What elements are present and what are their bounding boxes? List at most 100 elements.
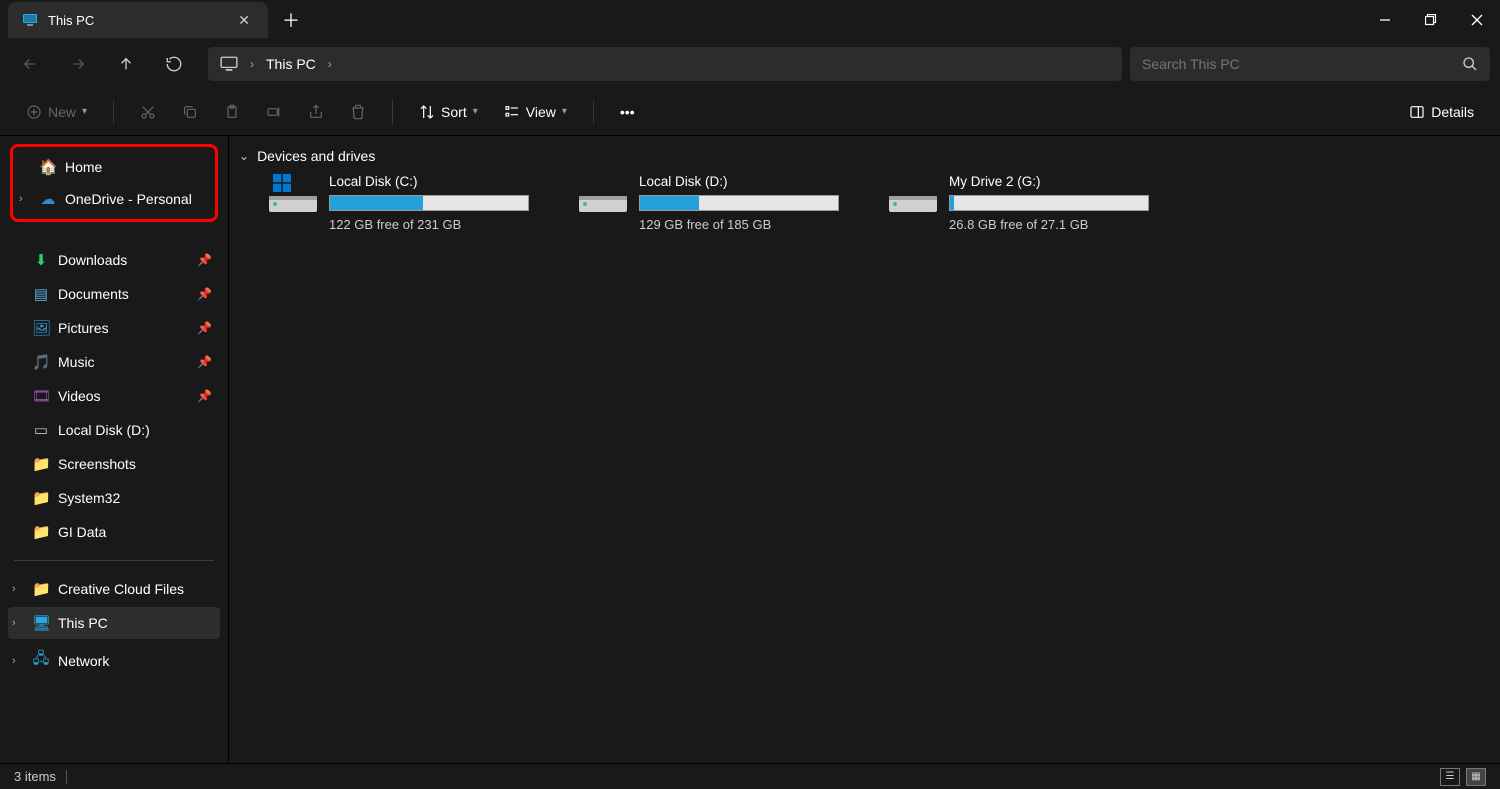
sidebar-item-label: Creative Cloud Files: [58, 581, 184, 597]
sidebar-divider: [14, 560, 214, 561]
sidebar-item-label: Network: [58, 653, 109, 669]
sidebar-item-onedrive[interactable]: › ☁ OneDrive - Personal: [15, 183, 213, 215]
share-button[interactable]: [298, 98, 334, 126]
paste-icon: [224, 104, 240, 120]
more-button[interactable]: •••: [610, 98, 645, 126]
close-tab-icon[interactable]: ✕: [234, 8, 254, 33]
drive-free-text: 129 GB free of 185 GB: [639, 217, 839, 232]
separator: [392, 100, 393, 124]
drive-item[interactable]: My Drive 2 (G:) 26.8 GB free of 27.1 GB: [889, 174, 1149, 232]
tab-this-pc[interactable]: This PC ✕: [8, 2, 268, 38]
sidebar-item-gi-data[interactable]: 📁 GI Data: [8, 516, 220, 548]
sidebar-item-local-disk-d[interactable]: ▭ Local Disk (D:): [8, 414, 220, 446]
drive-item[interactable]: Local Disk (C:) 122 GB free of 231 GB: [269, 174, 529, 232]
view-button[interactable]: View ▾: [494, 98, 577, 126]
back-button[interactable]: [10, 46, 50, 82]
sidebar-item-label: Pictures: [58, 320, 109, 336]
monitor-icon: [22, 12, 38, 28]
chevron-right-icon[interactable]: ›: [12, 655, 16, 667]
chevron-right-icon[interactable]: ›: [12, 583, 16, 595]
sidebar-item-label: Local Disk (D:): [58, 422, 150, 438]
sidebar-item-home[interactable]: 🏠 Home: [15, 151, 213, 183]
music-icon: 🎵: [32, 353, 50, 371]
sidebar-item-label: GI Data: [58, 524, 106, 540]
sidebar-item-label: Documents: [58, 286, 129, 302]
pc-icon: [220, 55, 238, 73]
breadcrumb-segment[interactable]: This PC: [266, 56, 316, 72]
chevron-right-icon[interactable]: ›: [19, 193, 23, 205]
delete-button[interactable]: [340, 98, 376, 126]
chevron-right-icon[interactable]: ›: [328, 57, 332, 71]
cut-icon: [140, 104, 156, 120]
paste-button[interactable]: [214, 98, 250, 126]
new-button[interactable]: New ▾: [16, 98, 97, 126]
sidebar-item-downloads[interactable]: ⬇ Downloads 📌: [8, 244, 220, 276]
pin-icon[interactable]: 📌: [197, 321, 212, 335]
tab-title: This PC: [48, 13, 224, 28]
refresh-button[interactable]: [154, 46, 194, 82]
nav-row: › This PC ›: [0, 40, 1500, 88]
sidebar-item-videos[interactable]: 🎞 Videos 📌: [8, 380, 220, 412]
address-bar[interactable]: › This PC ›: [208, 47, 1122, 81]
chevron-right-icon[interactable]: ›: [12, 617, 16, 629]
cut-button[interactable]: [130, 98, 166, 126]
chevron-down-icon: ▾: [473, 106, 478, 117]
rename-icon: [266, 104, 282, 120]
sidebar-item-this-pc[interactable]: › 🖥 This PC: [8, 607, 220, 639]
sidebar-item-network[interactable]: › 🖧 Network: [8, 641, 220, 680]
rename-button[interactable]: [256, 98, 292, 126]
view-tiles-toggle[interactable]: ▦: [1466, 768, 1486, 786]
chevron-down-icon[interactable]: ⌄: [239, 149, 249, 163]
sidebar-item-screenshots[interactable]: 📁 Screenshots: [8, 448, 220, 480]
folder-icon: 📁: [32, 455, 50, 473]
copy-button[interactable]: [172, 98, 208, 126]
section-title: Devices and drives: [257, 148, 375, 164]
pin-icon[interactable]: 📌: [197, 355, 212, 369]
sidebar-item-label: System32: [58, 490, 120, 506]
minimize-button[interactable]: [1362, 0, 1408, 40]
sidebar-item-creative-cloud[interactable]: › 📁 Creative Cloud Files: [8, 573, 220, 605]
search-input[interactable]: [1142, 56, 1452, 72]
chevron-right-icon[interactable]: ›: [250, 57, 254, 71]
sidebar-item-pictures[interactable]: 🖼 Pictures 📌: [8, 312, 220, 344]
folder-icon: 📁: [32, 580, 50, 598]
maximize-button[interactable]: [1408, 0, 1454, 40]
view-details-toggle[interactable]: ☰: [1440, 768, 1460, 786]
up-button[interactable]: [106, 46, 146, 82]
drive-icon: [579, 174, 627, 214]
forward-button[interactable]: [58, 46, 98, 82]
pin-icon[interactable]: 📌: [197, 287, 212, 301]
drive-name: My Drive 2 (G:): [949, 174, 1149, 189]
close-window-button[interactable]: [1454, 0, 1500, 40]
videos-icon: 🎞: [32, 387, 50, 405]
drive-name: Local Disk (C:): [329, 174, 529, 189]
new-tab-button[interactable]: ＋: [282, 7, 300, 33]
drive-icon: [889, 174, 937, 214]
drive-icon: ▭: [32, 421, 50, 439]
sort-label: Sort: [441, 104, 467, 120]
separator: [113, 100, 114, 124]
pin-icon[interactable]: 📌: [197, 389, 212, 403]
pictures-icon: 🖼: [32, 319, 50, 337]
spacer: [8, 226, 220, 242]
drive-item[interactable]: Local Disk (D:) 129 GB free of 185 GB: [579, 174, 839, 232]
sidebar-item-label: Home: [65, 159, 102, 175]
sidebar-item-label: Screenshots: [58, 456, 136, 472]
sidebar-item-label: Videos: [58, 388, 101, 404]
sidebar-item-documents[interactable]: ▤ Documents 📌: [8, 278, 220, 310]
new-label: New: [48, 104, 76, 120]
details-label: Details: [1431, 104, 1474, 120]
drive-capacity-bar: [949, 195, 1149, 211]
sidebar-item-system32[interactable]: 📁 System32: [8, 482, 220, 514]
section-header[interactable]: ⌄ Devices and drives: [239, 148, 1490, 164]
sidebar-item-label: Music: [58, 354, 95, 370]
sidebar-item-label: Downloads: [58, 252, 127, 268]
trash-icon: [350, 104, 366, 120]
drive-free-text: 26.8 GB free of 27.1 GB: [949, 217, 1149, 232]
pin-icon[interactable]: 📌: [197, 253, 212, 267]
sort-button[interactable]: Sort ▾: [409, 98, 488, 126]
sidebar-item-music[interactable]: 🎵 Music 📌: [8, 346, 220, 378]
search-box[interactable]: [1130, 47, 1490, 81]
search-icon[interactable]: [1462, 56, 1478, 72]
details-pane-button[interactable]: Details: [1399, 98, 1484, 126]
